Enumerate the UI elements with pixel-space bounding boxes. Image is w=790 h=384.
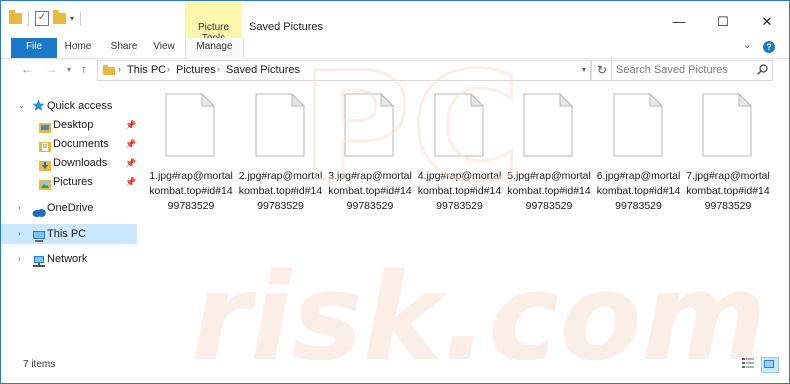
file-item[interactable]: 7.jpg#rap@mortalkombat.top#id#1499783529 xyxy=(684,93,772,212)
toolbar-divider xyxy=(28,11,29,26)
recent-locations-chevron-icon[interactable]: ▾ xyxy=(67,65,71,74)
folder-icon xyxy=(9,10,22,24)
file-name: 2.jpg#rap@mortalkombat.top#id#1499783529 xyxy=(238,170,323,212)
file-name: 3.jpg#rap@mortalkombat.top#id#1499783529 xyxy=(328,170,412,212)
pin-icon[interactable]: 📌 xyxy=(125,134,136,154)
properties-icon[interactable]: ✓ xyxy=(35,11,49,26)
expand-chevron-icon[interactable]: › xyxy=(18,249,21,269)
nav-item-network[interactable]: › Network xyxy=(1,249,137,269)
large-icons-view-icon xyxy=(764,360,774,368)
pin-icon[interactable]: 📌 xyxy=(125,172,136,192)
nav-label: Desktop xyxy=(53,119,94,131)
computer-icon xyxy=(32,229,46,249)
status-bar: 7 items xyxy=(1,353,789,383)
pin-icon[interactable]: 📌 xyxy=(125,115,136,135)
breadcrumb-separator[interactable]: › xyxy=(167,64,170,74)
collapse-chevron-icon[interactable]: ⌄ xyxy=(18,96,25,116)
details-view-icon xyxy=(742,358,754,368)
expand-chevron-icon[interactable]: › xyxy=(18,198,21,218)
blank-file-icon xyxy=(434,93,484,157)
blank-file-icon xyxy=(255,93,305,157)
nav-item-pictures[interactable]: Pictures 📌 xyxy=(1,172,137,192)
nav-item-downloads[interactable]: Downloads 📌 xyxy=(1,153,137,173)
nav-label: Documents xyxy=(53,138,109,150)
nav-label: Network xyxy=(47,253,88,265)
blank-file-icon xyxy=(613,93,663,157)
file-name: 5.jpg#rap@mortalkombat.top#id#1499783529 xyxy=(507,170,591,212)
pictures-folder-icon xyxy=(39,177,51,197)
file-name: 1.jpg#rap@mortalkombat.top#id#1499783529 xyxy=(149,170,233,212)
file-item[interactable]: 3.jpg#rap@mortalkombat.top#id#1499783529 xyxy=(326,93,414,212)
refresh-button[interactable]: ↻ xyxy=(591,60,613,81)
file-item[interactable]: 4.jpg#rap@mortalkombat.top#id#1499783529 xyxy=(416,93,504,212)
file-item[interactable]: 5.jpg#rap@mortalkombat.top#id#1499783529 xyxy=(505,93,593,212)
breadcrumb-pictures[interactable]: Pictures xyxy=(176,64,216,76)
help-icon[interactable]: ? xyxy=(763,41,775,53)
nav-label: This PC xyxy=(47,228,87,240)
customize-toolbar-icon[interactable]: ▾ xyxy=(70,14,74,23)
breadcrumb-this-pc[interactable]: This PC xyxy=(127,64,166,76)
blank-file-icon xyxy=(165,93,215,157)
large-icons-view-button[interactable] xyxy=(761,357,779,373)
file-list: 1.jpg#rap@mortalkombat.top#id#1499783529… xyxy=(147,87,783,347)
nav-label: Downloads xyxy=(53,157,108,169)
search-input[interactable] xyxy=(616,63,748,77)
navigation-pane: ⌄ Quick access Desktop 📌 Documents 📌 Dow… xyxy=(1,89,137,351)
toolbar-divider xyxy=(80,11,82,26)
breadcrumb-separator[interactable]: › xyxy=(217,64,220,74)
back-arrow-icon[interactable]: ← xyxy=(21,62,33,76)
search-icon[interactable] xyxy=(757,64,768,78)
file-item[interactable]: 1.jpg#rap@mortalkombat.top#id#1499783529 xyxy=(147,93,235,212)
blank-file-icon xyxy=(523,93,573,157)
details-view-button[interactable] xyxy=(741,357,757,371)
window-title: Saved Pictures xyxy=(249,21,323,33)
pin-icon[interactable]: 📌 xyxy=(125,153,136,173)
nav-label: OneDrive xyxy=(47,202,94,214)
blank-file-icon xyxy=(344,93,394,157)
file-name: 7.jpg#rap@mortalkombat.top#id#1499783529 xyxy=(686,170,770,212)
address-bar[interactable]: › This PC › Pictures › Saved Pictures ▾ xyxy=(97,60,591,81)
tab-share[interactable]: Share xyxy=(109,38,139,58)
maximize-button[interactable]: ☐ xyxy=(701,11,745,33)
expand-chevron-icon[interactable]: › xyxy=(18,224,21,244)
file-name: 4.jpg#rap@mortalkombat.top#id#1499783529 xyxy=(417,170,502,212)
expand-ribbon-icon[interactable]: ⌄ xyxy=(743,40,751,51)
quick-access-toolbar: ✓ ▾ xyxy=(9,10,83,26)
nav-item-documents[interactable]: Documents 📌 xyxy=(1,134,137,154)
item-count: 7 items xyxy=(23,359,56,370)
tab-view[interactable]: View xyxy=(149,38,179,58)
navigation-bar: ← → ▾ ↑ › This PC › Pictures › Saved Pic… xyxy=(1,59,789,81)
breadcrumb-saved-pictures[interactable]: Saved Pictures xyxy=(226,64,300,76)
cloud-icon xyxy=(32,204,46,224)
explorer-window: ✓ ▾ Picture Tools Saved Pictures — ☐ ✕ F… xyxy=(0,0,790,384)
file-item[interactable]: 2.jpg#rap@mortalkombat.top#id#1499783529 xyxy=(237,93,325,212)
nav-label: Quick access xyxy=(47,100,113,112)
tab-manage[interactable]: Manage xyxy=(185,38,244,59)
address-dropdown-icon[interactable]: ▾ xyxy=(582,65,586,74)
close-button[interactable]: ✕ xyxy=(745,11,789,33)
tab-home[interactable]: Home xyxy=(63,38,93,58)
nav-item-quick-access[interactable]: ⌄ Quick access xyxy=(1,96,137,116)
search-box[interactable] xyxy=(611,60,773,81)
window-controls: — ☐ ✕ xyxy=(657,11,789,33)
blank-file-icon xyxy=(702,93,752,157)
up-arrow-icon[interactable]: ↑ xyxy=(81,62,87,76)
breadcrumb-separator[interactable]: › xyxy=(118,64,121,74)
nav-label: Pictures xyxy=(53,176,93,188)
nav-item-this-pc[interactable]: › This PC xyxy=(1,224,137,244)
file-name: 6.jpg#rap@mortalkombat.top#id#1499783529 xyxy=(596,170,681,212)
nav-item-onedrive[interactable]: › OneDrive xyxy=(1,198,137,218)
minimize-button[interactable]: — xyxy=(657,11,701,33)
address-folder-icon xyxy=(103,65,115,78)
title-bar: ✓ ▾ Picture Tools Saved Pictures — ☐ ✕ xyxy=(1,1,789,44)
nav-item-desktop[interactable]: Desktop 📌 xyxy=(1,115,137,135)
ribbon-tabs: File Home Share View Manage ⌄ ? xyxy=(1,38,789,59)
forward-arrow-icon[interactable]: → xyxy=(45,62,57,76)
tab-file[interactable]: File xyxy=(11,38,57,58)
network-icon xyxy=(32,254,46,274)
file-item[interactable]: 6.jpg#rap@mortalkombat.top#id#1499783529 xyxy=(595,93,683,212)
new-folder-icon[interactable] xyxy=(53,10,66,24)
